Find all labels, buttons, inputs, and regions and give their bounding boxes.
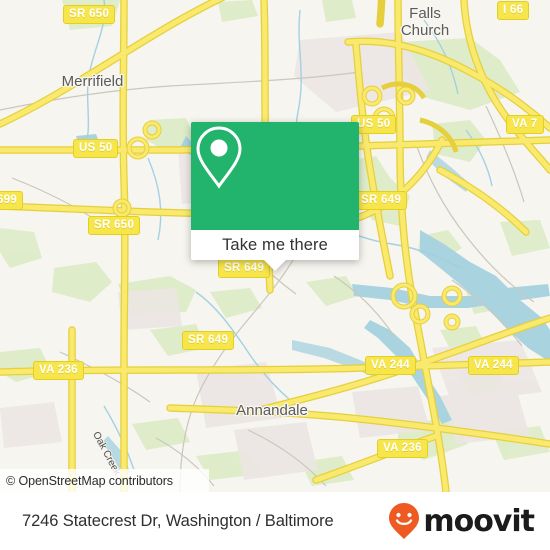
moovit-logo[interactable]: moovit xyxy=(387,501,535,541)
road-shield-i-66[interactable]: I 66 xyxy=(497,1,530,20)
road-shield-sr-650-west[interactable]: SR 650 xyxy=(88,216,141,235)
attribution-text: © OpenStreetMap contributors xyxy=(6,473,173,488)
map-attribution[interactable]: © OpenStreetMap contributors xyxy=(0,469,209,492)
take-me-there-label: Take me there xyxy=(222,235,328,254)
address-title: 7246 Statecrest Dr, Washington / Baltimo… xyxy=(22,511,334,530)
map-pin-icon xyxy=(196,126,242,189)
map-screenshot: Merrifield Falls Church Annandale Oak Cr… xyxy=(0,0,550,550)
take-me-there-button[interactable]: Take me there xyxy=(191,230,359,271)
place-label-line: Church xyxy=(400,22,450,39)
map-canvas[interactable]: Merrifield Falls Church Annandale Oak Cr… xyxy=(0,0,550,492)
road-shield-va-244-east[interactable]: VA 244 xyxy=(468,356,519,375)
road-shield-sr-649-south[interactable]: SR 649 xyxy=(182,331,235,350)
place-label-annandale: Annandale xyxy=(236,402,308,419)
road-shield-va-244-west[interactable]: VA 244 xyxy=(365,356,416,375)
road-shield-sr-650-north[interactable]: SR 650 xyxy=(63,5,116,24)
place-label-merrifield: Merrifield xyxy=(61,73,124,90)
location-popup-card[interactable]: Take me there xyxy=(191,122,359,271)
footer-bar: 7246 Statecrest Dr, Washington / Baltimo… xyxy=(0,492,550,550)
popup-marker-area xyxy=(191,122,359,230)
road-shield-va-236-south[interactable]: VA 236 xyxy=(377,439,428,458)
popup-pointer xyxy=(264,260,286,271)
place-label-line: Falls xyxy=(409,5,441,22)
road-shield-us-50-west[interactable]: US 50 xyxy=(73,139,119,158)
road-shield-sr-649-east[interactable]: SR 649 xyxy=(355,191,408,210)
road-shield-va-7[interactable]: VA 7 xyxy=(506,115,544,134)
moovit-wordmark: moovit xyxy=(423,503,535,539)
moovit-pin-icon xyxy=(389,503,420,539)
road-shield-sr-649-center[interactable]: SR 649 xyxy=(218,259,271,278)
road-shield-699[interactable]: 699 xyxy=(0,191,24,210)
place-label-falls-church: Falls Church xyxy=(380,5,470,39)
road-shield-va-236-west[interactable]: VA 236 xyxy=(33,361,84,380)
